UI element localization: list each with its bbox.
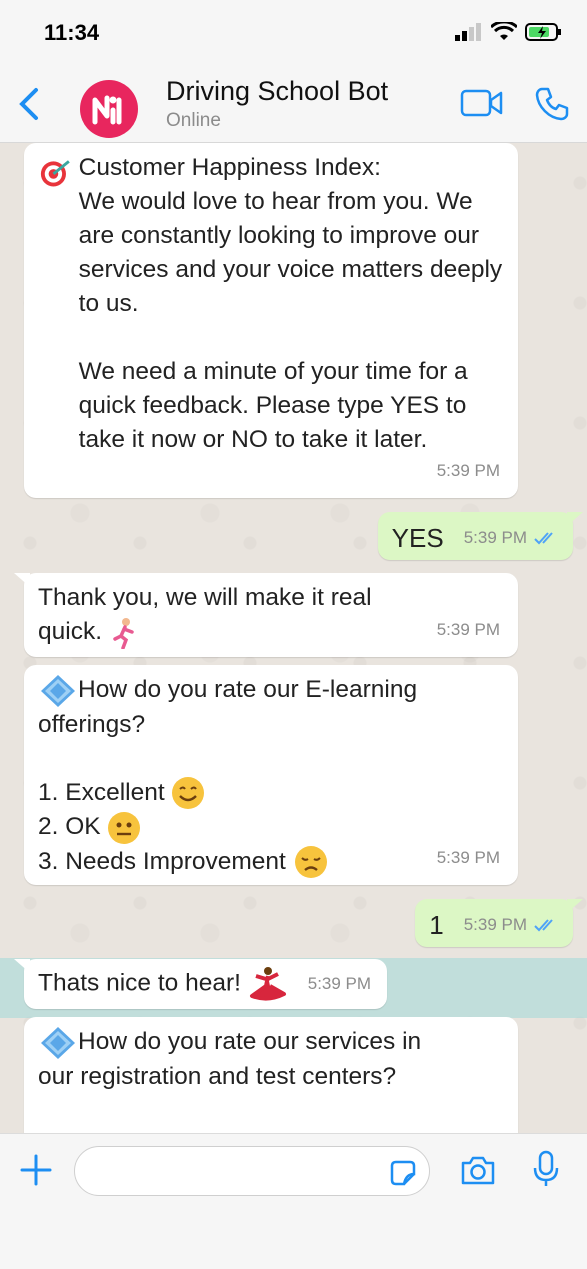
phone-icon[interactable] — [534, 86, 570, 122]
message-line: 2. OK — [38, 810, 503, 845]
runner-icon — [113, 617, 134, 649]
message-outgoing[interactable]: YES 5:39 PM — [377, 512, 583, 560]
diamond-shape-icon — [41, 674, 75, 707]
diamond-shape-icon — [41, 1026, 75, 1059]
message-line: offerings? — [38, 710, 146, 738]
message-incoming[interactable]: Thank you, we will make it real quick. 5… — [14, 573, 518, 657]
plus-icon[interactable] — [20, 1154, 52, 1186]
message-line: 3. Needs Improvement — [38, 845, 503, 880]
input-bar — [0, 1133, 587, 1269]
message-time: 5:39 PM — [436, 848, 500, 867]
avatar[interactable] — [80, 80, 138, 138]
chat-area[interactable]: Customer Happiness Index: We would love … — [0, 143, 587, 1133]
message-outgoing[interactable]: 1 5:39 PM — [415, 899, 583, 947]
message-incoming[interactable]: Thats nice to hear! 5:39 PM — [14, 959, 388, 1009]
message-text: Thats nice to hear! — [38, 966, 288, 1002]
message-time: 5:39 PM — [436, 620, 500, 639]
chevron-left-icon[interactable] — [12, 84, 46, 124]
message-line: How do you rate our services in — [38, 1025, 503, 1060]
status-bar: 11:34 — [0, 0, 587, 66]
message-text: Thank you, we will make it real quick. — [38, 584, 372, 645]
chat-status: Online — [166, 110, 221, 131]
bubble-tail — [567, 899, 583, 913]
direct-hit-icon — [40, 160, 70, 187]
message-incoming[interactable]: Customer Happiness Index: We would love … — [24, 143, 518, 498]
bubble-tail — [14, 959, 30, 973]
bubble-tail — [14, 573, 30, 587]
double-check-icon — [534, 532, 553, 545]
bot-logo-icon — [92, 95, 122, 125]
message-text: Customer Happiness Index: We would love … — [78, 154, 503, 453]
double-check-icon — [534, 919, 553, 932]
battery-icon — [525, 23, 561, 41]
message-input[interactable] — [74, 1146, 430, 1196]
camera-icon[interactable] — [460, 1154, 496, 1186]
chat-title[interactable]: Driving School Bot — [166, 76, 388, 107]
message-text: 1 — [429, 910, 444, 940]
message-line: How do you rate our E-learning — [38, 673, 503, 708]
message-text: YES — [391, 523, 444, 553]
message-incoming[interactable]: How do you rate our E-learning offerings… — [24, 665, 518, 885]
dancer-icon — [249, 967, 286, 1001]
wifi-icon — [491, 22, 517, 40]
message-line: our registration and test centers? — [38, 1062, 397, 1090]
bubble-tail — [567, 512, 583, 526]
message-time: 5:39 PM — [464, 521, 559, 555]
disappointed-face-icon — [294, 846, 327, 879]
message-incoming[interactable]: How do you rate our services in our regi… — [24, 1017, 518, 1133]
message-time: 5:39 PM — [464, 908, 559, 942]
neutral-face-icon — [108, 811, 141, 844]
chat-header: Driving School Bot Online — [0, 66, 587, 143]
sticker-icon[interactable] — [388, 1158, 418, 1188]
signal-icon — [455, 23, 481, 41]
video-camera-icon[interactable] — [460, 88, 504, 118]
status-icons — [455, 22, 563, 42]
smiling-face-icon — [172, 777, 205, 810]
message-time: 5:39 PM — [307, 974, 372, 993]
message-line: 1. Excellent — [38, 776, 503, 811]
message-time: 5:39 PM — [436, 461, 500, 480]
microphone-icon[interactable] — [532, 1150, 560, 1188]
status-time: 11:34 — [44, 20, 100, 45]
